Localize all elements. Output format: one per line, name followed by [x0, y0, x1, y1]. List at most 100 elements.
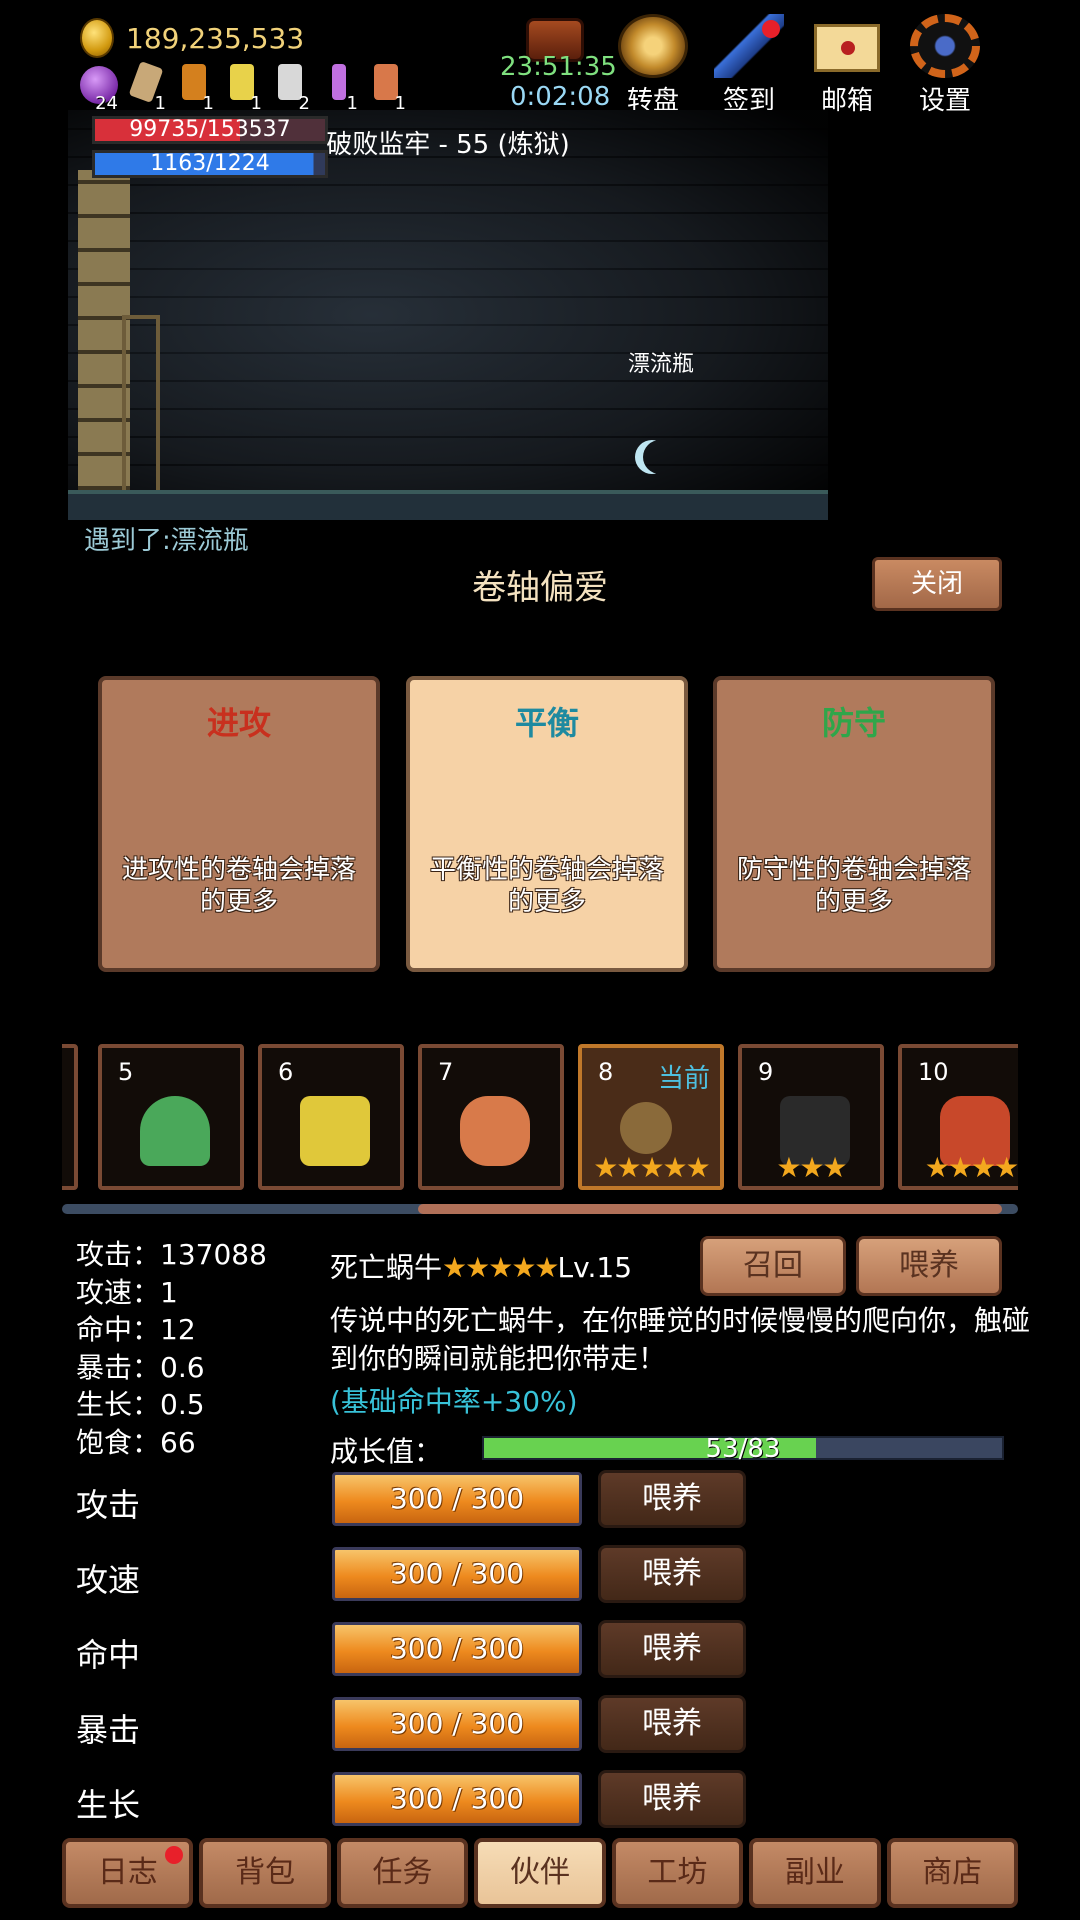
rabbit-girl-icon [460, 1096, 530, 1166]
current-badge: 当前 [657, 1064, 710, 1094]
tab-shop[interactable]: 商店 [886, 1838, 1018, 1908]
defense-preference-card[interactable]: 防守 防守性的卷轴会掉落的更多 [713, 676, 995, 972]
tab-label: 商店 [922, 1855, 983, 1890]
growth-value: 53/83 [705, 1434, 781, 1464]
stat-satiety: 饱食：66 [76, 1425, 196, 1459]
card-description: 平衡性的卷轴会掉落的更多 [429, 855, 664, 917]
tab-label: 日志 [97, 1855, 158, 1890]
pet-stars: ★★★★★ [442, 1251, 560, 1284]
dungeon-door [122, 315, 160, 505]
feed-progress: 300 / 300 [332, 1472, 582, 1526]
pet-name-line: 死亡蜗牛★★★★★Lv.15 [330, 1246, 632, 1286]
feed-row-critical: 暴击 300 / 300 喂养 [76, 1695, 756, 1755]
game-scene[interactable]: 99735/153537 1163/1224 破败监牢 - 55 (炼狱) 漂流… [68, 110, 828, 520]
pet-name: 死亡蜗牛 [330, 1251, 443, 1284]
tab-backpack[interactable]: 背包 [199, 1838, 331, 1908]
notification-dot [165, 1846, 184, 1864]
pet-bonus: (基础命中率+30%) [330, 1385, 578, 1418]
gold-amount: 189,235,533 [126, 21, 305, 55]
tab-side-jobs[interactable]: 副业 [749, 1838, 881, 1908]
signin-button[interactable]: 签到 [704, 14, 794, 117]
slot-number: 10 [918, 1058, 949, 1086]
tab-workshop[interactable]: 工坊 [611, 1838, 744, 1908]
drift-bottle-icon[interactable] [643, 440, 677, 474]
feed-progress: 300 / 300 [332, 1772, 582, 1826]
companion-slot-9[interactable]: 9 ★★★ [738, 1044, 884, 1190]
tab-label: 副业 [784, 1855, 845, 1890]
tab-label: 背包 [235, 1855, 296, 1890]
feed-row-name: 暴击 [76, 1711, 141, 1749]
companion-slot-5[interactable]: 5 [98, 1044, 244, 1190]
scroll-item-3[interactable]: 1 [222, 62, 264, 114]
scroll-item-5[interactable]: 1 [318, 62, 360, 114]
star-rating: ★★★★★ [593, 1151, 711, 1184]
settings-button[interactable]: 设置 [900, 14, 990, 117]
tab-label: 任务 [372, 1855, 433, 1890]
companion-slot[interactable] [62, 1044, 78, 1190]
scroll-item-1[interactable]: 1 [126, 60, 168, 114]
slot-number: 8 [598, 1058, 614, 1086]
tab-tasks[interactable]: 任务 [336, 1838, 469, 1908]
star-rating: ★★★★ [924, 1151, 1018, 1184]
scroll-item-6[interactable]: 1 [366, 62, 408, 114]
card-title: 防守 [821, 704, 886, 742]
close-button[interactable]: 关闭 [872, 557, 1002, 611]
pet-level: Lv.15 [557, 1251, 633, 1284]
companion-slot-10[interactable]: 10 ★★★★ [898, 1044, 1018, 1190]
card-description: 防守性的卷轴会掉落的更多 [736, 855, 971, 917]
attack-preference-card[interactable]: 进攻 进攻性的卷轴会掉落的更多 [98, 676, 380, 972]
gold-coin-icon [80, 18, 114, 58]
feed-button[interactable]: 喂养 [598, 1620, 746, 1678]
tab-companions[interactable]: 伙伴 [474, 1838, 606, 1908]
feed-progress: 300 / 300 [332, 1697, 582, 1751]
stat-critical: 暴击：0.6 [76, 1350, 205, 1384]
companion-slot-8[interactable]: 8 当前 ★★★★★ [578, 1044, 724, 1190]
scrollbar-thumb[interactable] [418, 1204, 1002, 1214]
star-rating: ★★★ [776, 1151, 847, 1184]
drift-bottle-label: 漂流瓶 [628, 352, 695, 377]
timer-text: 0:02:08 [510, 82, 611, 112]
settings-label: 设置 [918, 86, 971, 116]
scroll-item-2[interactable]: 1 [174, 62, 216, 114]
green-slime-icon [140, 1096, 210, 1166]
encounter-log: 遇到了:漂流瓶 [84, 526, 249, 556]
companion-scrollbar[interactable] [62, 1204, 1018, 1214]
feed-row-growth: 生长 300 / 300 喂养 [76, 1770, 756, 1830]
yellow-knight-icon [300, 1096, 370, 1166]
feed-pet-button[interactable]: 喂养 [856, 1236, 1002, 1296]
feed-button[interactable]: 喂养 [598, 1770, 746, 1828]
slot-number: 9 [758, 1058, 774, 1086]
feed-row-name: 命中 [76, 1636, 141, 1674]
stat-attack-speed: 攻速：1 [76, 1275, 178, 1309]
stat-growth: 生长：0.5 [76, 1388, 205, 1421]
feed-button[interactable]: 喂养 [598, 1545, 746, 1603]
companion-slot-6[interactable]: 6 [258, 1044, 404, 1190]
slot-number: 6 [278, 1058, 294, 1086]
balance-preference-card[interactable]: 平衡 平衡性的卷轴会掉落的更多 [406, 676, 688, 972]
feed-progress: 300 / 300 [332, 1547, 582, 1601]
clock-text: 23:51:35 [500, 52, 617, 82]
scroll-item-4[interactable]: 2 [270, 62, 312, 114]
wheel-icon [618, 14, 688, 78]
growth-label: 成长值： [330, 1435, 443, 1468]
tab-log[interactable]: 日志 [62, 1838, 194, 1908]
companion-slot-7[interactable]: 7 [418, 1044, 564, 1190]
mail-icon [814, 24, 880, 72]
feed-button[interactable]: 喂养 [598, 1470, 746, 1528]
tab-label: 伙伴 [509, 1855, 570, 1890]
growth-bar: 53/83 [482, 1434, 1004, 1464]
feed-row-name: 攻击 [76, 1486, 141, 1524]
stat-attack: 攻击：137088 [76, 1238, 267, 1271]
wheel-button[interactable]: 转盘 [608, 14, 698, 117]
card-title: 进攻 [206, 704, 271, 742]
gold-display: 189,235,533 [80, 18, 304, 58]
stat-accuracy: 命中：12 [76, 1313, 196, 1346]
feed-button[interactable]: 喂养 [598, 1695, 746, 1753]
recall-button[interactable]: 召回 [700, 1236, 846, 1296]
companion-strip[interactable]: 5 6 7 8 当前 ★★★★★ 9 ★★★ 10 ★★★★ [62, 1044, 1018, 1192]
card-title: 平衡 [514, 704, 579, 742]
feed-row-accuracy: 命中 300 / 300 喂养 [76, 1620, 756, 1680]
purple-orb-item[interactable]: 24 [78, 62, 120, 114]
mail-button[interactable]: 邮箱 [802, 14, 892, 117]
scroll-icon [332, 64, 346, 100]
